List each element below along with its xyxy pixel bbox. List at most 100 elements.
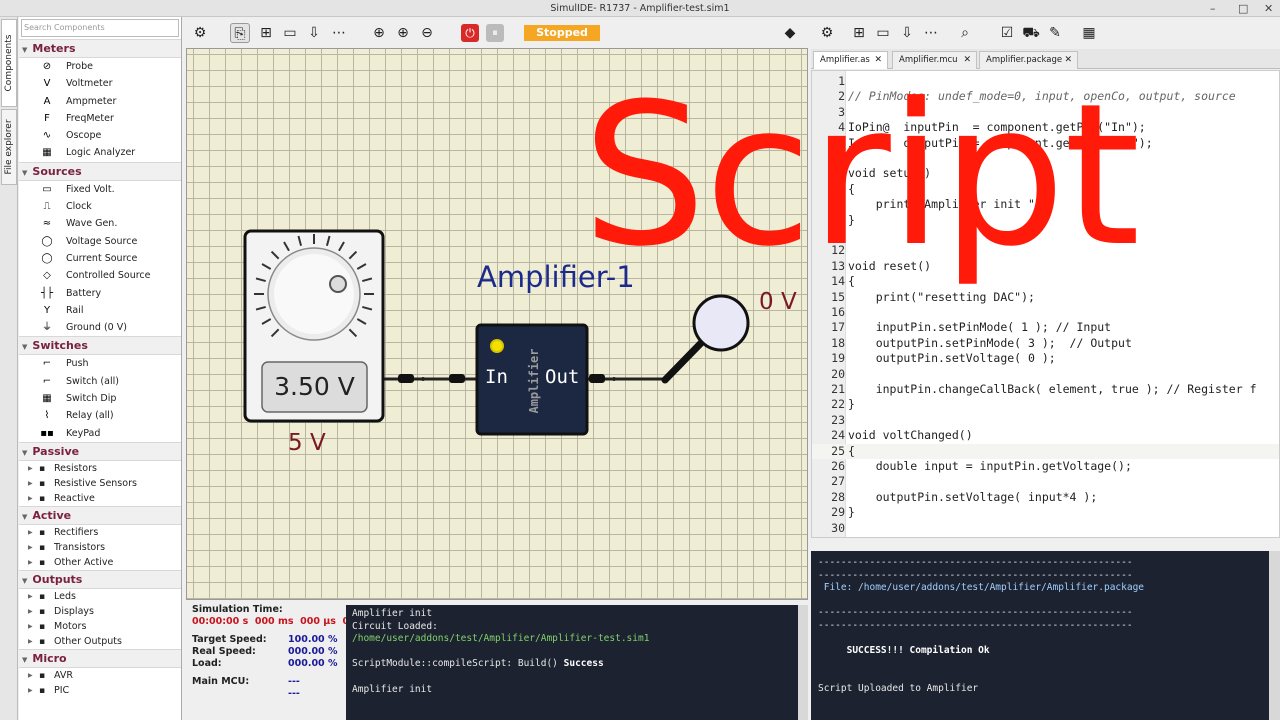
component-item[interactable]: V Voltmeter	[19, 75, 181, 92]
output-scrollbar[interactable]	[798, 605, 808, 720]
component-item[interactable]: ┤├ Battery	[19, 285, 181, 302]
collapse-arrow-icon[interactable]: ▼	[22, 577, 27, 585]
subcategory-item[interactable]: ▶ ▪ Displays	[19, 604, 181, 619]
close-icon[interactable]: ✕	[1264, 0, 1273, 17]
expand-arrow-icon[interactable]: ▶	[28, 589, 33, 604]
component-item[interactable]: ≈ Wave Gen.	[19, 215, 181, 232]
subcategory-label: Motors	[54, 620, 87, 632]
expand-arrow-icon[interactable]: ▶	[28, 491, 33, 506]
save-icon[interactable]: ⇩	[304, 23, 324, 43]
maximize-icon[interactable]: □	[1238, 0, 1248, 17]
subcategory-item[interactable]: ▶ ▪ Resistive Sensors	[19, 476, 181, 491]
component-item[interactable]: ▦ Logic Analyzer	[19, 144, 181, 161]
collapse-arrow-icon[interactable]: ▼	[22, 343, 27, 351]
component-item[interactable]: ⌐ Push	[19, 355, 181, 372]
new-circuit-icon[interactable]: ⊞	[256, 23, 276, 43]
debug-icon[interactable]: ✎	[1045, 23, 1065, 43]
tab-file-explorer[interactable]: File explorer	[1, 109, 17, 185]
component-item[interactable]: ▪▪ KeyPad	[19, 425, 181, 442]
component-item[interactable]: A Ampmeter	[19, 93, 181, 110]
simulation-output-console[interactable]: Amplifier init Circuit Loaded:/home/user/…	[346, 605, 798, 720]
subcategory-label: Reactive	[54, 492, 95, 504]
category-active[interactable]: ▼ Active	[19, 505, 181, 525]
component-item[interactable]: ⊘ Probe	[19, 58, 181, 75]
subcategory-item[interactable]: ▶ ▪ AVR	[19, 668, 181, 683]
load-label: Load:	[192, 658, 222, 669]
component-item[interactable]: ⌇ Relay (all)	[19, 407, 181, 424]
editor-settings-icon[interactable]: ⚙	[817, 23, 837, 43]
category-sources[interactable]: ▼ Sources	[19, 161, 181, 181]
info-icon[interactable]: ◆	[780, 23, 800, 43]
expand-arrow-icon[interactable]: ▶	[28, 634, 33, 649]
subcategory-label: AVR	[54, 669, 73, 681]
zoom-in-icon[interactable]: ⊕	[393, 23, 413, 43]
subcategory-item[interactable]: ▶ ▪ Resistors	[19, 461, 181, 476]
save-as-icon[interactable]: ⋯	[329, 23, 349, 43]
line-number: 15	[831, 289, 845, 304]
editor-save-icon[interactable]: ⇩	[897, 23, 917, 43]
code-line: 19 outputPin.setVoltage( 0 );	[812, 351, 1279, 366]
expand-arrow-icon[interactable]: ▶	[28, 683, 33, 698]
open-folder-icon[interactable]: ▭	[280, 23, 300, 43]
subcategory-item[interactable]: ▶ ▪ Motors	[19, 619, 181, 634]
subcategory-item[interactable]: ▶ ▪ PIC	[19, 683, 181, 698]
expand-arrow-icon[interactable]: ▶	[28, 525, 33, 540]
code-line: 22}	[812, 397, 1279, 412]
component-item[interactable]: ◇ Controlled Source	[19, 267, 181, 284]
settings-icon[interactable]: ⚙	[190, 23, 210, 43]
compiler-output-console[interactable]: ----------------------------------------…	[811, 551, 1269, 720]
expand-arrow-icon[interactable]: ▶	[28, 604, 33, 619]
category-micro[interactable]: ▼ Micro	[19, 648, 181, 668]
pause-icon[interactable]: ⏸	[486, 24, 504, 42]
component-item[interactable]: ⏚ Ground (0 V)	[19, 319, 181, 336]
subcategory-item[interactable]: ▶ ▪ Rectifiers	[19, 525, 181, 540]
editor-open-icon[interactable]: ▭	[873, 23, 893, 43]
component-item[interactable]: ⎍ Clock	[19, 198, 181, 215]
upload-icon[interactable]: ⛟	[1021, 23, 1041, 43]
component-item[interactable]: F FreqMeter	[19, 110, 181, 127]
collapse-arrow-icon[interactable]: ▼	[22, 169, 27, 177]
zoom-out-icon[interactable]: ⊖	[417, 23, 437, 43]
subcategory-item[interactable]: ▶ ▪ Leds	[19, 589, 181, 604]
collapse-arrow-icon[interactable]: ▼	[22, 656, 27, 664]
expand-arrow-icon[interactable]: ▶	[28, 668, 33, 683]
zoom-fit-icon[interactable]: ⊕	[369, 23, 389, 43]
expand-arrow-icon[interactable]: ▶	[28, 461, 33, 476]
expand-arrow-icon[interactable]: ▶	[28, 540, 33, 555]
component-item[interactable]: Y Rail	[19, 302, 181, 319]
component-item[interactable]: ∿ Oscope	[19, 127, 181, 144]
component-item[interactable]: ⌐ Switch (all)	[19, 373, 181, 390]
editor-new-file-icon[interactable]: ⊞	[849, 23, 869, 43]
category-outputs[interactable]: ▼ Outputs	[19, 569, 181, 589]
component-item[interactable]: ▦ Switch Dip	[19, 390, 181, 407]
power-icon[interactable]: ⏻	[461, 24, 479, 42]
minimize-icon[interactable]: –	[1210, 0, 1216, 17]
editor-save-as-icon[interactable]: ⋯	[921, 23, 941, 43]
collapse-arrow-icon[interactable]: ▼	[22, 46, 27, 54]
category-passive[interactable]: ▼ Passive	[19, 441, 181, 461]
chip-icon[interactable]: ▦	[1079, 23, 1099, 43]
probe-component[interactable]	[692, 294, 750, 352]
expand-arrow-icon[interactable]: ▶	[28, 555, 33, 570]
amp-out-pin-label: Out	[545, 366, 580, 388]
compiler-output-scrollbar[interactable]	[1269, 551, 1280, 720]
subcategory-item[interactable]: ▶ ▪ Reactive	[19, 491, 181, 506]
collapse-arrow-icon[interactable]: ▼	[22, 513, 27, 521]
compile-icon[interactable]: ☑	[997, 23, 1017, 43]
success-word: Success	[563, 658, 604, 670]
category-meters[interactable]: ▼ Meters	[19, 39, 181, 58]
expand-arrow-icon[interactable]: ▶	[28, 619, 33, 634]
tab-components[interactable]: Components	[1, 19, 17, 107]
subcategory-item[interactable]: ▶ ▪ Other Active	[19, 555, 181, 570]
subcategory-item[interactable]: ▶ ▪ Transistors	[19, 540, 181, 555]
expand-arrow-icon[interactable]: ▶	[28, 476, 33, 491]
editor-find-icon[interactable]: ⌕	[955, 23, 975, 43]
category-switches[interactable]: ▼ Switches	[19, 336, 181, 356]
component-item[interactable]: ◯ Voltage Source	[19, 233, 181, 250]
component-item[interactable]: ◯ Current Source	[19, 250, 181, 267]
component-item[interactable]: ▭ Fixed Volt.	[19, 181, 181, 198]
open-circuit-icon[interactable]: ⎘	[230, 23, 250, 43]
collapse-arrow-icon[interactable]: ▼	[22, 449, 27, 457]
subcategory-item[interactable]: ▶ ▪ Other Outputs	[19, 634, 181, 649]
search-input[interactable]: Search Components	[21, 19, 179, 37]
